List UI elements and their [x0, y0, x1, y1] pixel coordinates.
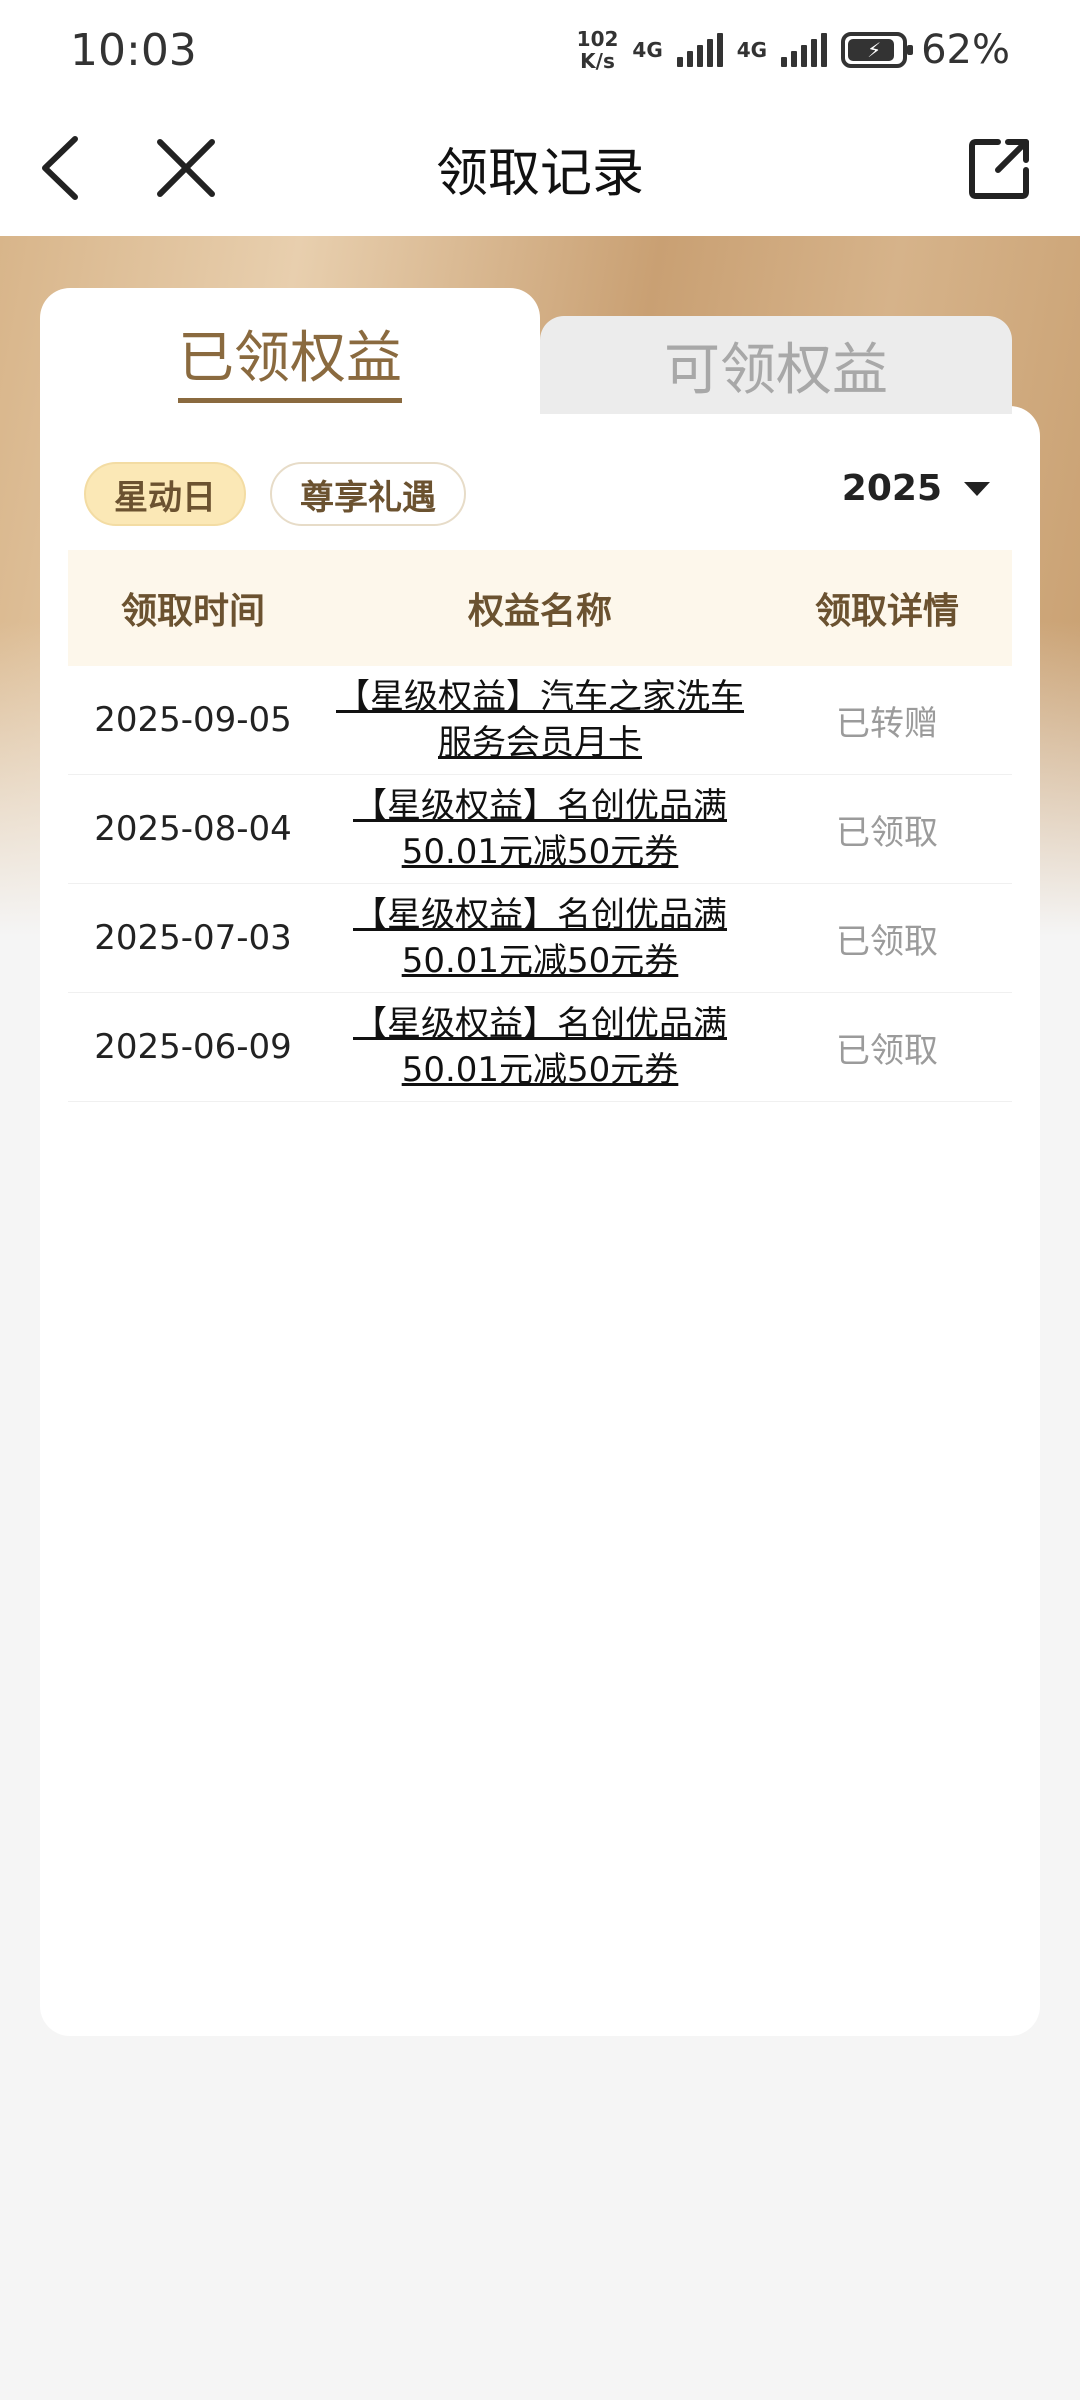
network-speed-unit: K/s: [580, 49, 615, 73]
table-row: 2025-09-05 【星级权益】汽车之家洗车服务会员月卡 已转赠: [68, 666, 1012, 775]
row-benefit-link[interactable]: 【星级权益】汽车之家洗车服务会员月卡: [318, 674, 762, 766]
status-indicators: 102 K/s 4G 4G ⚡ 62%: [577, 27, 1010, 73]
table-row: 2025-06-09 【星级权益】名创优品满50.01元减50元券 已领取: [68, 993, 1012, 1102]
chevron-left-icon: [42, 136, 78, 200]
tab-received[interactable]: 已领权益: [40, 288, 540, 428]
tab-available-label: 可领权益: [664, 337, 888, 403]
records-card: 已领权益 可领权益 星动日 尊享礼遇 2025 领取时间 权益名称 领取详情 2…: [40, 288, 1040, 2036]
table-row: 2025-08-04 【星级权益】名创优品满50.01元减50元券 已领取: [68, 775, 1012, 884]
row-time: 2025-07-03: [94, 918, 292, 958]
row-time: 2025-09-05: [94, 700, 292, 740]
caret-down-icon: [964, 481, 990, 496]
records-table: 领取时间 权益名称 领取详情 2025-09-05 【星级权益】汽车之家洗车服务…: [68, 550, 1012, 1102]
table-row: 2025-07-03 【星级权益】名创优品满50.01元减50元券 已领取: [68, 884, 1012, 993]
row-benefit-link[interactable]: 【星级权益】名创优品满50.01元减50元券: [318, 892, 762, 984]
share-button[interactable]: [958, 126, 1042, 210]
battery-icon: ⚡: [841, 32, 914, 68]
header-name: 权益名称: [467, 591, 612, 632]
close-button[interactable]: [144, 126, 228, 210]
table-header: 领取时间 权益名称 领取详情: [68, 550, 1012, 666]
row-benefit-link[interactable]: 【星级权益】名创优品满50.01元减50元券: [318, 1001, 762, 1093]
row-status: 已领取: [836, 921, 938, 962]
row-status: 已领取: [836, 1030, 938, 1071]
tab-received-label: 已领权益: [178, 313, 402, 403]
status-time: 10:03: [70, 24, 197, 76]
network-type-1: 4G: [632, 38, 663, 62]
screen: 10:03 102 K/s 4G 4G ⚡ 62% 领取记录 已领权益 可领权益…: [0, 0, 1080, 2400]
network-speed-value: 102: [576, 27, 619, 51]
tab-available[interactable]: 可领权益: [540, 316, 1012, 414]
filter-chips: 星动日 尊享礼遇: [84, 462, 466, 526]
row-time: 2025-08-04: [94, 809, 292, 849]
year-select[interactable]: 2025: [842, 468, 990, 509]
network-speed: 102 K/s: [577, 28, 619, 72]
network-type-2: 4G: [736, 38, 768, 62]
row-status: 已转赠: [836, 703, 938, 744]
header-time: 领取时间: [120, 591, 265, 632]
nav-bar: 领取记录: [0, 100, 1080, 236]
row-time: 2025-06-09: [94, 1027, 292, 1067]
header-detail: 领取详情: [814, 591, 959, 632]
battery-percent: 62%: [921, 27, 1010, 73]
filter-chip-privilege[interactable]: 尊享礼遇: [270, 462, 466, 526]
filter-chip-star-day[interactable]: 星动日: [84, 462, 246, 526]
share-icon: [969, 139, 1029, 199]
back-button[interactable]: [18, 126, 102, 210]
signal-icon: [781, 33, 828, 67]
close-icon: [157, 139, 215, 197]
year-select-value: 2025: [841, 468, 942, 509]
status-bar: 10:03 102 K/s 4G 4G ⚡ 62%: [0, 0, 1080, 100]
row-status: 已领取: [836, 812, 938, 853]
row-benefit-link[interactable]: 【星级权益】名创优品满50.01元减50元券: [318, 783, 762, 875]
signal-icon: [676, 33, 723, 67]
